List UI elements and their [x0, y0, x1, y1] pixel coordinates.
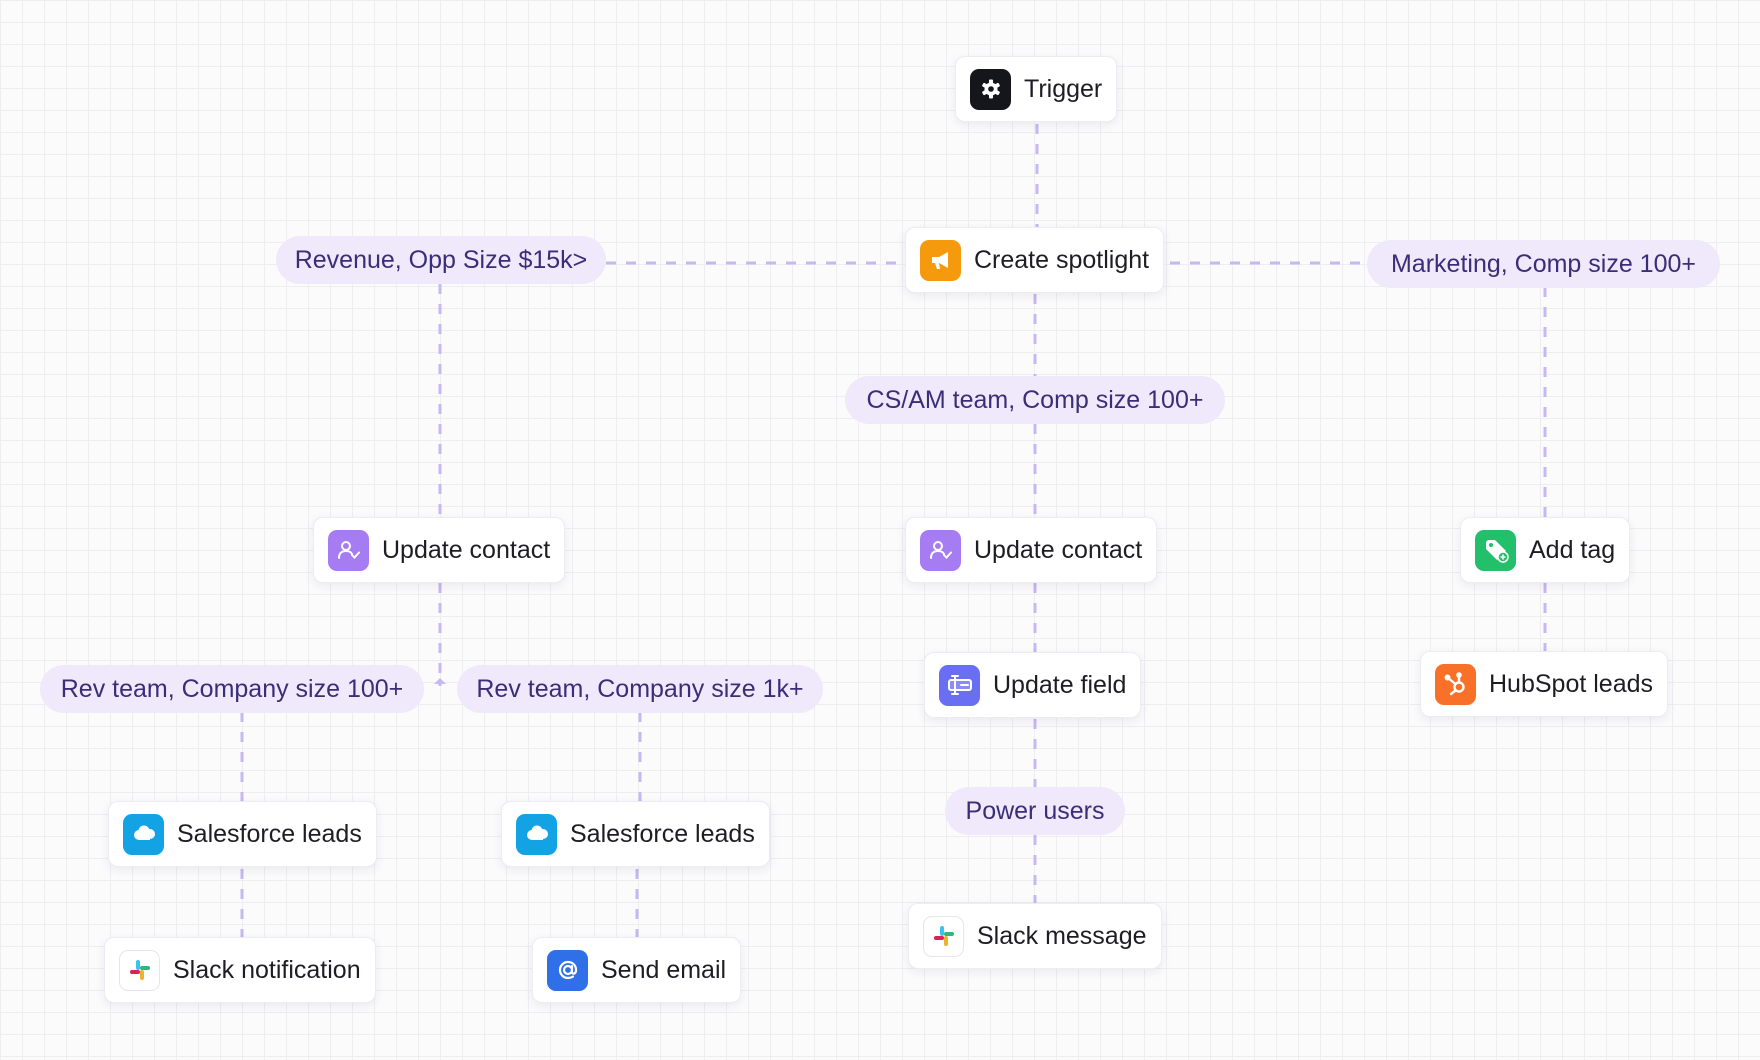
- node-label: Slack notification: [173, 955, 361, 984]
- node-label: Salesforce leads: [570, 819, 755, 848]
- condition-power-users[interactable]: Power users: [945, 787, 1125, 835]
- text-field-icon: [939, 664, 980, 706]
- gear-icon: [970, 68, 1011, 110]
- tag-icon: [1475, 529, 1516, 571]
- salesforce-cloud-icon: [123, 813, 164, 855]
- node-salesforce-leads-2[interactable]: Salesforce leads: [501, 801, 770, 867]
- condition-marketing[interactable]: Marketing, Comp size 100+: [1367, 240, 1720, 288]
- node-label: Send email: [601, 955, 727, 984]
- megaphone-icon: [920, 239, 961, 281]
- node-label: Slack message: [977, 921, 1147, 950]
- node-update-contact-mid[interactable]: Update contact: [905, 517, 1158, 583]
- user-check-icon: [920, 529, 961, 571]
- node-label: HubSpot leads: [1489, 669, 1654, 698]
- node-label: Update field: [993, 670, 1127, 699]
- slack-icon: [119, 949, 160, 991]
- condition-revenue[interactable]: Revenue, Opp Size $15k>: [276, 236, 606, 284]
- node-update-contact-left[interactable]: Update contact: [313, 517, 566, 583]
- hubspot-icon: [1435, 663, 1476, 705]
- node-send-email[interactable]: Send email: [532, 937, 742, 1003]
- user-check-icon: [328, 529, 369, 571]
- condition-rev-100[interactable]: Rev team, Company size 100+: [40, 665, 424, 713]
- slack-icon: [923, 915, 964, 957]
- node-trigger[interactable]: Trigger: [955, 56, 1118, 122]
- at-sign-icon: [547, 949, 588, 991]
- condition-rev-1k[interactable]: Rev team, Company size 1k+: [457, 665, 823, 713]
- node-create-spotlight[interactable]: Create spotlight: [905, 227, 1165, 293]
- node-label: Salesforce leads: [177, 819, 362, 848]
- node-label: Add tag: [1529, 535, 1616, 564]
- node-add-tag[interactable]: Add tag: [1460, 517, 1631, 583]
- node-slack-message[interactable]: Slack message: [908, 903, 1162, 969]
- node-slack-notification[interactable]: Slack notification: [104, 937, 376, 1003]
- node-label: Trigger: [1024, 74, 1103, 103]
- workflow-canvas[interactable]: Revenue, Opp Size $15k> Marketing, Comp …: [0, 0, 1760, 1060]
- node-label: Update contact: [382, 535, 551, 564]
- branch-join-marker: [434, 678, 446, 684]
- salesforce-cloud-icon: [516, 813, 557, 855]
- node-salesforce-leads-1[interactable]: Salesforce leads: [108, 801, 377, 867]
- node-label: Update contact: [974, 535, 1143, 564]
- node-hubspot-leads[interactable]: HubSpot leads: [1420, 651, 1669, 717]
- node-update-field[interactable]: Update field: [924, 652, 1142, 718]
- condition-cs-am[interactable]: CS/AM team, Comp size 100+: [845, 376, 1225, 424]
- node-label: Create spotlight: [974, 245, 1150, 274]
